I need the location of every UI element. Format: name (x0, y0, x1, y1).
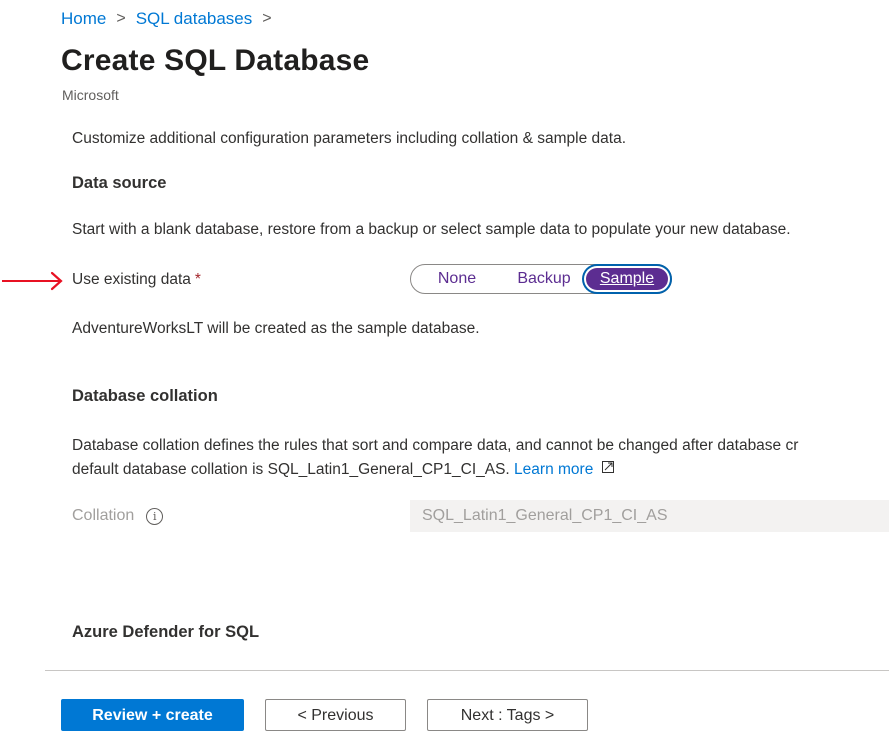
next-tags-button[interactable]: Next : Tags > (427, 699, 588, 731)
option-backup[interactable]: Backup (515, 268, 573, 290)
page-title: Create SQL Database (61, 44, 370, 77)
breadcrumb: Home > SQL databases > (61, 9, 282, 29)
sample-note: AdventureWorksLT will be created as the … (72, 320, 480, 337)
footer-divider (45, 670, 889, 671)
collation-description-line1: Database collation defines the rules tha… (72, 437, 799, 454)
collation-description: Database collation defines the rules tha… (72, 434, 798, 482)
collation-label-text: Collation (72, 507, 135, 524)
breadcrumb-separator: > (116, 10, 126, 27)
use-existing-data-text: Use existing data (72, 271, 191, 288)
option-sample[interactable]: Sample (586, 268, 668, 290)
learn-more-link[interactable]: Learn more (514, 461, 593, 478)
review-create-button[interactable]: Review + create (61, 699, 244, 731)
external-link-icon (601, 461, 614, 473)
collation-input[interactable]: SQL_Latin1_General_CP1_CI_AS (410, 500, 889, 532)
required-marker: * (194, 271, 201, 288)
intro-text: Customize additional configuration param… (72, 130, 627, 147)
collation-description-line2: default database collation is SQL_Latin1… (72, 461, 510, 478)
breadcrumb-sql-databases[interactable]: SQL databases (136, 9, 253, 29)
breadcrumb-separator: > (262, 10, 272, 27)
annotation-arrow-icon (2, 271, 63, 291)
breadcrumb-home[interactable]: Home (61, 9, 106, 29)
data-source-description: Start with a blank database, restore fro… (72, 221, 791, 238)
info-icon[interactable]: i (146, 507, 164, 525)
collation-label: Collation i (72, 507, 164, 525)
page-subtitle: Microsoft (62, 87, 119, 103)
use-existing-data-toggle: None Backup Sample (410, 264, 672, 294)
use-existing-data-label: Use existing data * (72, 271, 201, 289)
azure-defender-heading: Azure Defender for SQL (72, 623, 260, 641)
option-none[interactable]: None (434, 268, 480, 290)
collation-heading: Database collation (72, 387, 218, 405)
data-source-heading: Data source (72, 174, 167, 192)
previous-button[interactable]: < Previous (265, 699, 406, 731)
